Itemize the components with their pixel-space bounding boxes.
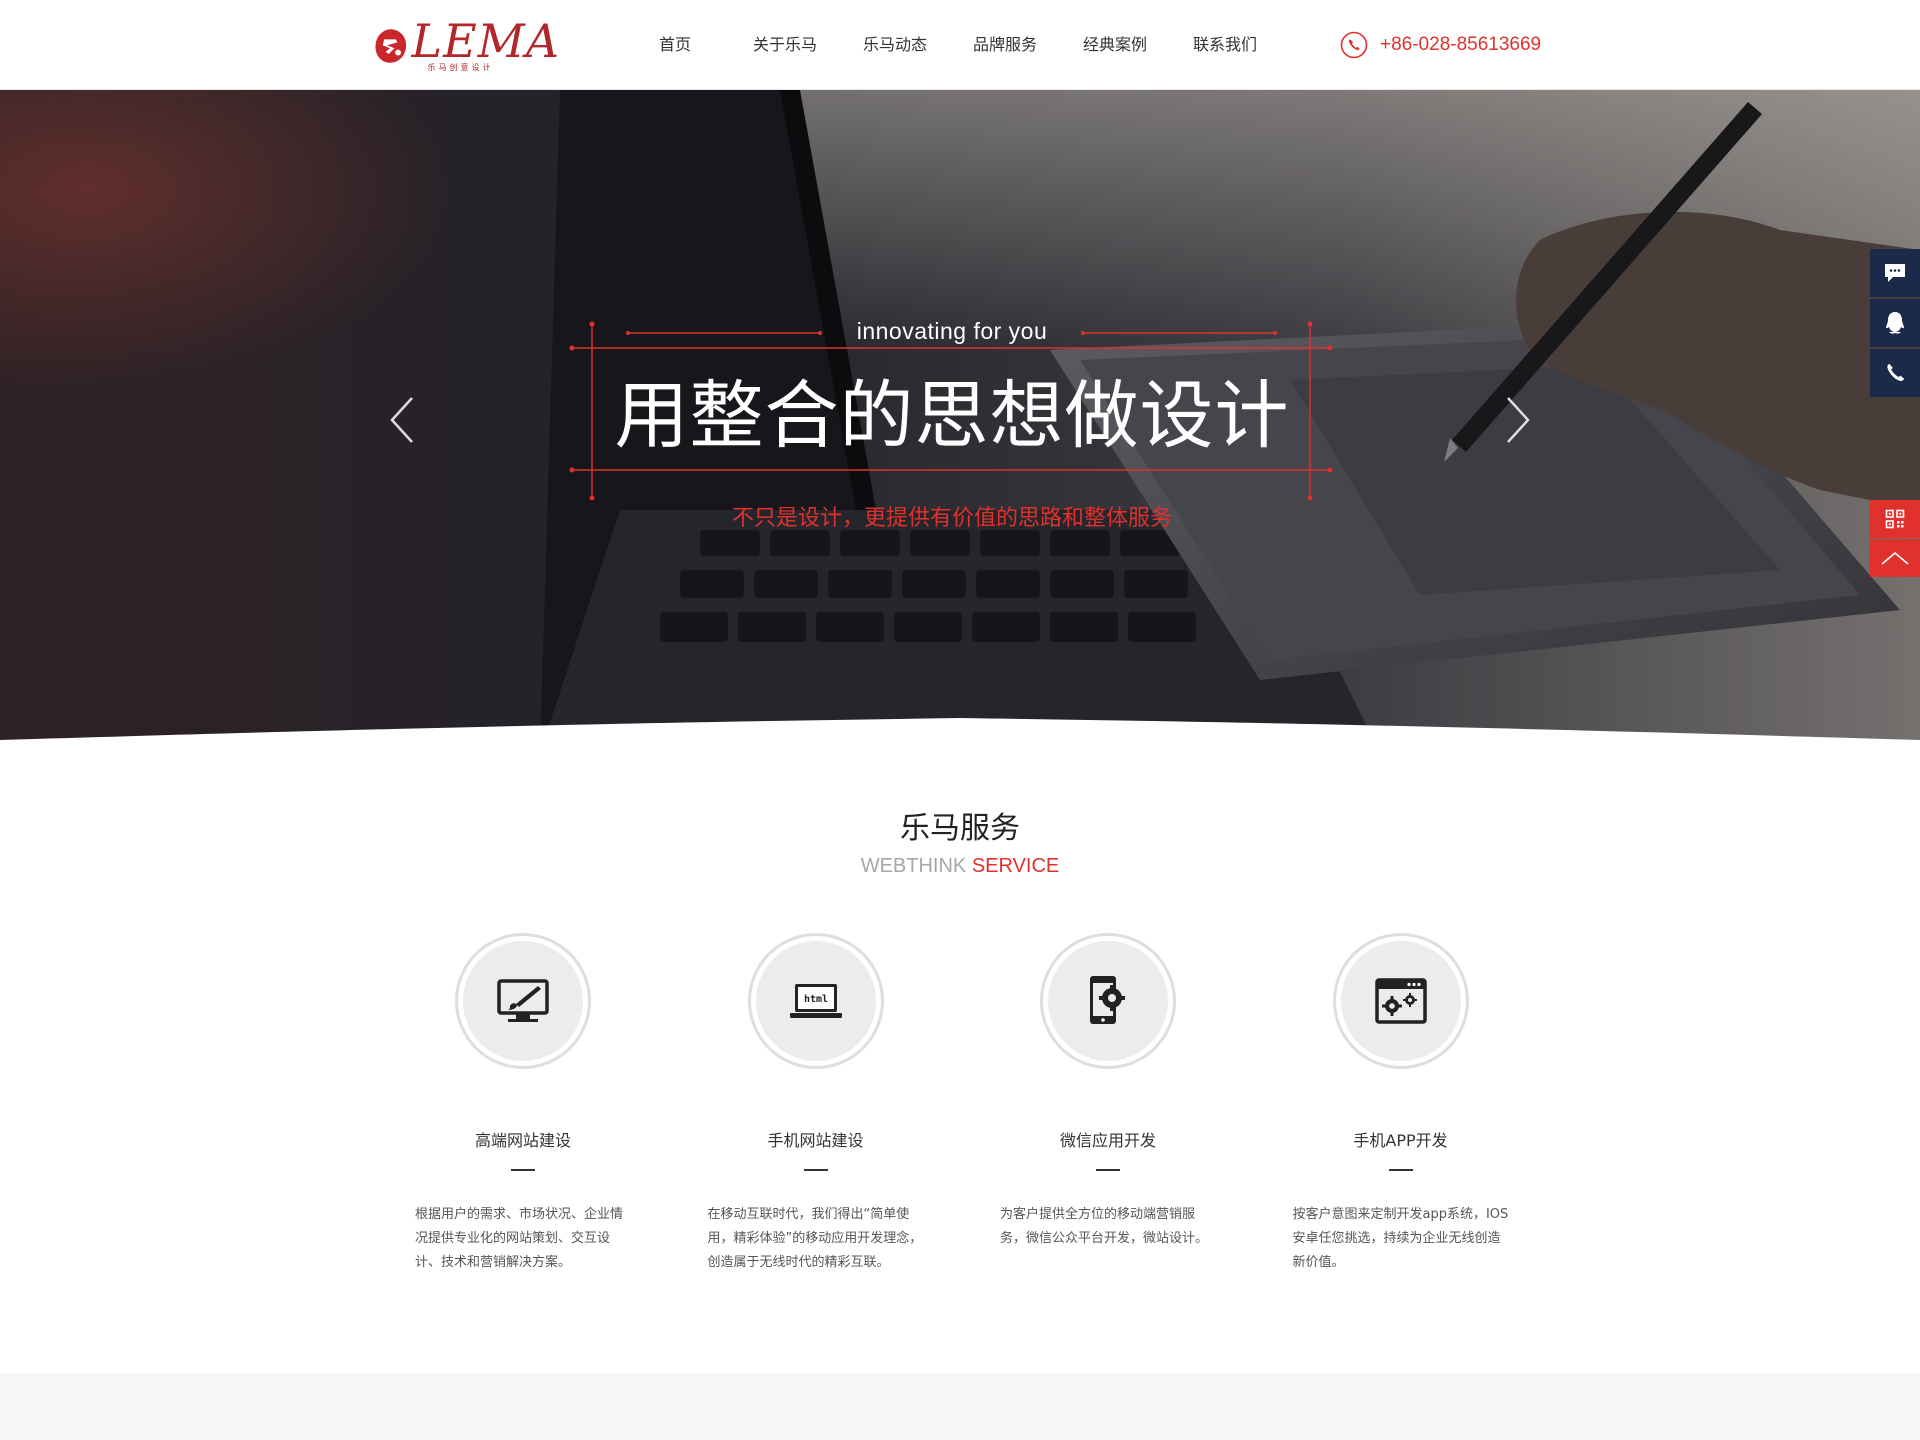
service-card-title: 微信应用开发: [1059, 1131, 1156, 1150]
banner-tagline-zh: 不只是设计，更提供有价值的思路和整体服务: [731, 506, 1172, 531]
divider: [1388, 1169, 1413, 1171]
logo-text: LEMA 乐马创意设计: [411, 14, 560, 73]
monitor-brush-icon: [497, 979, 549, 1022]
nav-cases[interactable]: 经典案例: [1060, 0, 1170, 90]
logo-slogan: 乐马创意设计: [427, 63, 494, 72]
service-card-title: 高端网站建设: [474, 1131, 571, 1150]
divider: [511, 1169, 535, 1171]
banner-tagline-en: innovating for you: [856, 318, 1048, 344]
services-subtitle-red: SERVICE: [971, 855, 1060, 877]
divider: [803, 1169, 828, 1171]
service-card-desc: 为客户提供全方位的移动端营销服务，微信公众平台开发，微站设计。: [1000, 1207, 1209, 1246]
window-gears-icon: [1374, 978, 1427, 1024]
service-cards: 高端网站建设 根据用户的需求、市场状况、企业情况提供专业化的网站策划、交互设计、…: [415, 933, 1585, 1333]
nav-news[interactable]: 乐马动态: [840, 0, 950, 90]
float-qrcode-button[interactable]: [1870, 500, 1920, 538]
message-icon: [1885, 264, 1905, 282]
service-card[interactable]: 高端网站建设 根据用户的需求、市场状况、企业情况提供专业化的网站策划、交互设计、…: [415, 933, 708, 1333]
floating-contact-bar: [1870, 249, 1920, 399]
service-card[interactable]: html 手机网站建设 在移动互联时代，我们得出“简单使用，精彩体验”的移动应用…: [708, 933, 1001, 1333]
html-icon-label: html: [803, 994, 827, 1005]
qq-icon: [1886, 312, 1904, 334]
bottom-section-edge: [0, 1373, 1920, 1440]
logo[interactable]: LEMA 乐马创意设计: [374, 18, 560, 74]
site-header: LEMA 乐马创意设计 首页 关于乐马 乐马动态 品牌服务 经典案例 联系我们 …: [0, 0, 1920, 90]
float-message-button[interactable]: [1870, 249, 1920, 297]
main-nav: 首页 关于乐马 乐马动态 品牌服务 经典案例 联系我们: [620, 0, 1280, 90]
html-laptop-icon: html: [789, 984, 842, 1018]
float-qq-button[interactable]: [1870, 299, 1920, 347]
service-card[interactable]: 微信应用开发 为客户提供全方位的移动端营销服务，微信公众平台开发，微站设计。: [1000, 933, 1293, 1333]
service-icon-circle: [1332, 933, 1469, 1069]
qrcode-icon: [1885, 509, 1905, 529]
services-section: 乐马服务 WEBTHINK SERVICE 高端网站建设 根据用户的需求、市场状…: [0, 753, 1920, 1373]
service-icon-circle: [1040, 933, 1176, 1069]
divider: [1096, 1169, 1120, 1171]
service-icon-circle: html: [747, 933, 884, 1069]
service-card-title: 手机APP开发: [1353, 1131, 1448, 1150]
header-phone[interactable]: +86-028-85613669: [1340, 30, 1541, 60]
nav-contact[interactable]: 联系我们: [1170, 0, 1280, 90]
phone-gear-icon: [1090, 976, 1125, 1024]
service-icon-circle: [455, 933, 591, 1069]
page: LEMA 乐马创意设计 首页 关于乐马 乐马动态 品牌服务 经典案例 联系我们 …: [0, 0, 1920, 1440]
service-card[interactable]: 手机APP开发 按客户意图来定制开发app系统，IOS 安卓任您挑选，持续为企业…: [1293, 933, 1586, 1333]
phone-icon: [1887, 364, 1905, 381]
service-card-desc: 在移动互联时代，我们得出“简单使用，精彩体验”的移动应用开发理念，创造属于无线时…: [707, 1207, 923, 1270]
back-to-top-button[interactable]: [1870, 539, 1920, 577]
hero-banner: innovating for you 用整合的思想做设计 不只是设计，更提供有价…: [0, 90, 1920, 753]
services-title: 乐马服务: [900, 811, 1020, 846]
nav-home[interactable]: 首页: [620, 0, 730, 90]
nav-about[interactable]: 关于乐马: [730, 0, 840, 90]
logo-mark-icon: [375, 29, 407, 63]
logo-word: LEMA: [411, 14, 560, 68]
banner-headline: 用整合的思想做设计: [614, 373, 1290, 459]
services-subtitle: WEBTHINK SERVICE: [0, 855, 1920, 878]
nav-services[interactable]: 品牌服务: [950, 0, 1060, 90]
back-to-top-icon: [1881, 551, 1909, 565]
phone-number: +86-028-85613669: [1380, 34, 1542, 55]
floating-utility-bar: [1870, 500, 1920, 578]
services-subtitle-gray: WEBTHINK: [860, 855, 967, 877]
phone-icon: [1340, 31, 1368, 59]
service-card-desc: 按客户意图来定制开发app系统，IOS 安卓任您挑选，持续为企业无线创造新价值。: [1292, 1207, 1509, 1270]
service-card-title: 手机网站建设: [767, 1131, 864, 1150]
service-card-desc: 根据用户的需求、市场状况、企业情况提供专业化的网站策划、交互设计、技术和营销解决…: [415, 1207, 624, 1270]
float-phone-button[interactable]: [1870, 349, 1920, 397]
